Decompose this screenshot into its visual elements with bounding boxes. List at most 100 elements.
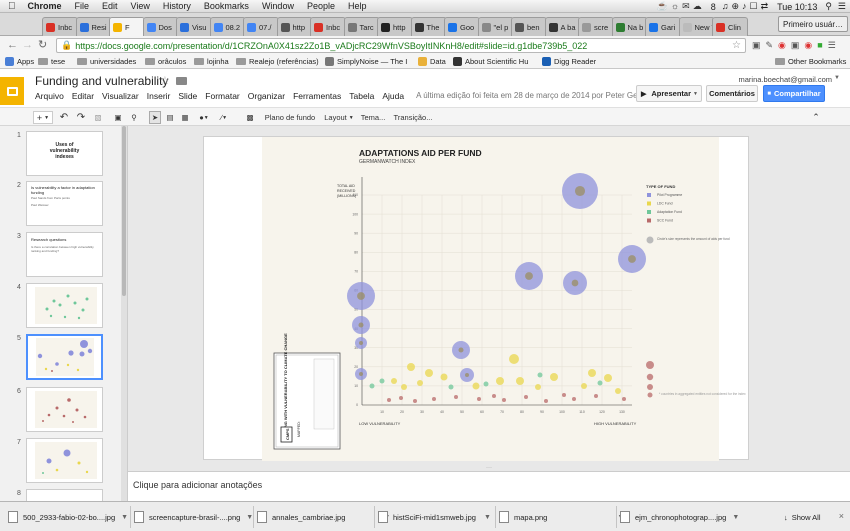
slide-thumbnail-5-selected[interactable]	[26, 334, 103, 380]
slide-thumbnail-2[interactable]: Is vulnerability a factor in adaptation …	[26, 181, 103, 226]
text-box-icon[interactable]: ▤	[164, 111, 176, 124]
apple-icon[interactable]: 	[8, 1, 16, 12]
browser-tab[interactable]: A ba	[544, 17, 581, 36]
browser-tab[interactable]: Inbc	[310, 17, 346, 36]
menu-organizar[interactable]: Organizar	[248, 91, 285, 101]
browser-tab[interactable]: Gari	[645, 17, 681, 36]
layout-button[interactable]: Layout ▼	[322, 111, 356, 124]
download-item[interactable]: mapa.png▼	[499, 508, 624, 526]
menu-edit[interactable]: Edit	[102, 1, 118, 11]
undo-icon[interactable]: ↶	[58, 111, 70, 124]
bookmark-digg-reader[interactable]: Digg Reader	[542, 57, 596, 66]
select-tool-icon[interactable]: ➤	[149, 111, 161, 124]
close-icon[interactable]: ×	[839, 511, 844, 521]
bookmark-folder-tese[interactable]: tese	[38, 57, 65, 66]
slide-thumbnail-3[interactable]: Research questions Is there a correlatio…	[26, 232, 103, 277]
chevron-down-icon[interactable]: ▼	[121, 514, 128, 521]
comments-button[interactable]: Comentários	[706, 85, 758, 102]
slide-filmstrip[interactable]: 1 Uses of vulnerability indexes 2 Is vul…	[0, 126, 128, 501]
download-item[interactable]: 500_2933-fabio-02-bo....jpg ▼	[8, 508, 128, 526]
menu-tabela[interactable]: Tabela	[349, 91, 374, 101]
back-icon[interactable]: ←	[7, 39, 18, 51]
menu-people[interactable]: People	[307, 1, 335, 11]
paint-format-icon[interactable]: ▧	[92, 111, 104, 124]
chevron-down-icon[interactable]: ▼	[732, 514, 739, 521]
bookmark-folder-universidades[interactable]: universidades	[77, 57, 136, 66]
browser-tab[interactable]: ben	[511, 17, 547, 36]
browser-tab[interactable]: F	[109, 17, 145, 36]
slide-thumbnail-6[interactable]	[26, 387, 103, 432]
url-bar[interactable]: 🔒 https://docs.google.com/presentation/d…	[56, 38, 746, 53]
browser-tab[interactable]: Resi	[75, 17, 112, 36]
menu-ajuda[interactable]: Ajuda	[382, 91, 404, 101]
chevron-down-icon[interactable]: ▼	[834, 75, 840, 81]
clock[interactable]: Tue 10:13	[777, 2, 817, 12]
menu-inserir[interactable]: Inserir	[147, 91, 171, 101]
browser-tab[interactable]: Na b	[611, 17, 648, 36]
account-email[interactable]: marina.boechat@gmail.com	[739, 75, 833, 84]
reload-icon[interactable]: ↻	[38, 38, 47, 51]
folder-icon[interactable]	[176, 77, 187, 85]
redo-icon[interactable]: ↷	[75, 111, 87, 124]
profile-button[interactable]: Primeiro usuár…	[777, 16, 848, 32]
menu-ferramentas[interactable]: Ferramentas	[293, 91, 341, 101]
bookmark-folder-lojinha[interactable]: lojinha	[194, 57, 229, 66]
chevron-down-icon[interactable]: ▼	[484, 514, 491, 521]
slide-thumbnail-8[interactable]	[26, 489, 103, 501]
list-icon[interactable]: ☰	[838, 1, 846, 12]
chevron-down-icon[interactable]: ▼	[693, 91, 698, 97]
star-icon[interactable]: ☆	[160, 74, 170, 87]
menu-editar[interactable]: Editar	[72, 91, 94, 101]
show-all-button[interactable]: ↓ Show All	[784, 508, 821, 526]
menu-help[interactable]: Help	[348, 1, 367, 11]
extension-icons[interactable]: ▣✎◉▣◉■☰	[752, 40, 841, 51]
comment-icon[interactable]: ▩	[244, 111, 256, 124]
transition-button[interactable]: Transição...	[393, 111, 433, 124]
download-item[interactable]: annales_cambriae.jpg▼	[257, 508, 390, 526]
menu-view[interactable]: View	[131, 1, 150, 11]
slide-thumbnail-1[interactable]: Uses of vulnerability indexes	[26, 131, 103, 176]
browser-tab[interactable]: Goo	[444, 17, 480, 36]
share-button[interactable]: ■ Compartilhar	[763, 85, 825, 102]
browser-tab[interactable]: Clin	[712, 17, 748, 36]
browser-tab[interactable]: scre	[578, 17, 614, 36]
browser-tab[interactable]: New Ta	[678, 17, 715, 36]
browser-tab[interactable]: The	[410, 17, 447, 36]
background-button[interactable]: Plano de fundo	[264, 111, 316, 124]
bookmark-data[interactable]: Data	[418, 57, 446, 66]
shape-icon[interactable]: ● ▼	[195, 111, 213, 124]
menu-history[interactable]: History	[163, 1, 191, 11]
menu-window[interactable]: Window	[262, 1, 294, 11]
browser-tab[interactable]: Visu	[176, 17, 212, 36]
filmstrip-scrollbar[interactable]	[121, 126, 127, 501]
doc-title[interactable]: Funding and vulnerability	[35, 74, 168, 88]
collapse-chevron-icon[interactable]: ⌃	[810, 111, 822, 124]
star-icon[interactable]: ☆	[732, 40, 741, 51]
bookmark-apps[interactable]: Apps	[5, 57, 34, 66]
resize-handle[interactable]: ···	[484, 465, 494, 471]
present-button[interactable]: ▶ Apresentar ▼	[636, 85, 702, 102]
browser-tab[interactable]: Inbc	[42, 17, 78, 36]
theme-button[interactable]: Tema...	[359, 111, 387, 124]
bookmark-simplynoise[interactable]: SimplyNoise — The I	[325, 57, 407, 66]
menu-visualizar[interactable]: Visualizar	[102, 91, 139, 101]
bookmark-folder-realejo[interactable]: Realejo (referências)	[236, 57, 319, 66]
browser-tab[interactable]: Dos	[142, 17, 179, 36]
browser-tab[interactable]: 07./	[243, 17, 279, 36]
current-slide[interactable]: ADAPTATIONS AID PER FUND GERMANWATCH IND…	[203, 136, 749, 461]
download-item[interactable]: screencapture-brasil-....png ▼	[134, 508, 253, 526]
menu-arquivo[interactable]: Arquivo	[35, 91, 64, 101]
browser-tab[interactable]: http	[276, 17, 313, 36]
slide-thumbnail-7[interactable]	[26, 438, 103, 483]
image-icon[interactable]: ▦	[179, 111, 191, 124]
download-item[interactable]: ejm_chronophotograp....jpg ▼	[620, 508, 739, 526]
menu-file[interactable]: File	[75, 1, 90, 11]
slide-thumbnail-4[interactable]	[26, 283, 103, 328]
zoom-icon[interactable]: ⚲	[128, 111, 140, 124]
new-slide-button[interactable]: + ▼	[33, 111, 53, 124]
download-item[interactable]: histSciFi-mid1smweb.jpg ▼	[378, 508, 491, 526]
status-icons-2[interactable]: ♫⊕♪☐⇄	[722, 1, 771, 12]
browser-tab[interactable]: http	[377, 17, 413, 36]
zoom-fit-icon[interactable]: ▣	[112, 111, 124, 124]
search-icon[interactable]: ⚲	[825, 1, 832, 12]
